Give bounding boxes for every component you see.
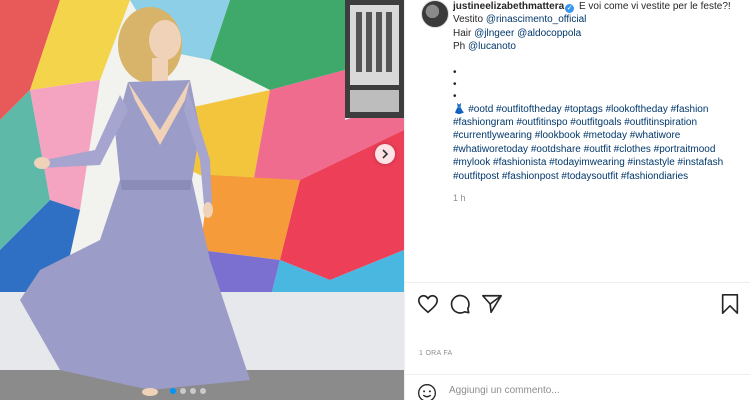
username-link[interactable]: justineelizabethmattera (453, 1, 564, 12)
heart-icon (418, 294, 438, 314)
hashtag-line[interactable]: #outfitpost #fashionpost #todaysoutfit #… (453, 170, 731, 183)
action-bar (405, 282, 750, 326)
save-button[interactable] (719, 293, 741, 315)
caption-headline: E voi come vi vestite per le feste?! (578, 1, 731, 12)
comment-input[interactable] (449, 385, 729, 396)
hashtag-line[interactable]: #whatiworetoday #ootdshare #outfit #clot… (453, 143, 731, 156)
bookmark-icon (721, 294, 739, 314)
credit-line: Hair @jlngeer @aldocoppola (453, 27, 582, 39)
credit-line: Vestito @rinascimento_official (453, 14, 587, 26)
hashtag-line[interactable]: #fashiongram #outfitinspo #outfitgoals #… (453, 116, 731, 129)
carousel-dot (190, 388, 196, 394)
photo-artwork (0, 0, 404, 400)
hashtag-line[interactable]: #mylook #fashionista #todayimwearing #in… (453, 156, 731, 169)
caption-text: justineelizabethmattera ✓ E voi come vi v… (453, 0, 731, 183)
comment-button[interactable] (449, 293, 471, 315)
hashtag-line: 👗 #ootd #outfitoftheday #toptags #lookof… (453, 103, 731, 116)
credit-line: Ph @lucanoto (453, 41, 516, 53)
carousel-dot (200, 388, 206, 394)
carousel-dot-active (170, 388, 176, 394)
carousel-indicator (170, 388, 206, 394)
avatar[interactable] (421, 0, 449, 28)
share-button[interactable] (481, 293, 503, 315)
mention-link[interactable]: @jlngeer @aldocoppola (474, 28, 581, 39)
caption: justineelizabethmattera ✓ E voi come vi v… (415, 0, 750, 183)
add-comment-bar (405, 374, 750, 400)
post-side-panel: justineelizabethmattera ✓ E voi come vi v… (404, 0, 750, 400)
hashtag-line[interactable]: #currentlywearing #lookbook #metoday #wh… (453, 129, 731, 142)
bullet: • (453, 66, 457, 78)
hashtag-link[interactable]: #ootd #outfitoftheday #toptags #lookofth… (468, 104, 708, 115)
caption-timestamp: 1 h (453, 193, 466, 204)
dress-emoji: 👗 (453, 103, 466, 115)
mention-link[interactable]: @rinascimento_official (486, 14, 587, 25)
chevron-right-icon (382, 149, 389, 159)
comment-icon (450, 294, 470, 314)
caption-area: justineelizabethmattera ✓ E voi come vi v… (405, 0, 750, 282)
verified-badge-icon: ✓ (565, 4, 575, 13)
like-button[interactable] (417, 293, 439, 315)
paper-plane-icon (482, 294, 502, 314)
bullet: • (453, 90, 457, 102)
carousel-dot (180, 388, 186, 394)
post-timestamp: 1 ORA FA (419, 350, 453, 357)
caption-first-line: justineelizabethmattera ✓ E voi come vi v… (453, 0, 731, 13)
smiley-icon[interactable] (417, 383, 437, 400)
bullet: • (453, 78, 457, 90)
next-photo-button[interactable] (375, 144, 395, 164)
post-photo[interactable] (0, 0, 404, 400)
mention-link[interactable]: @lucanoto (468, 41, 516, 52)
